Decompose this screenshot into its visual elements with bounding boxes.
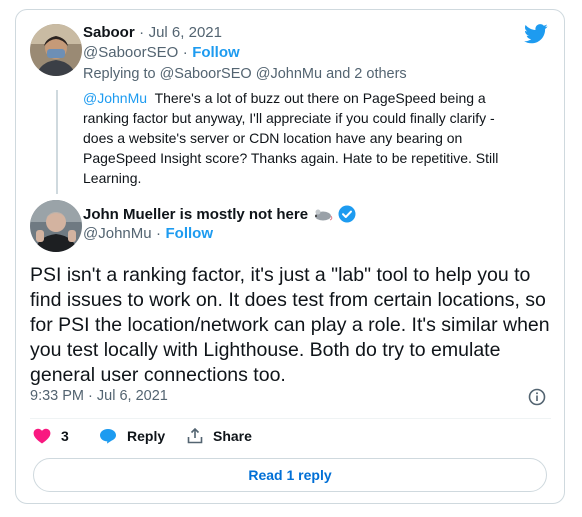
info-icon[interactable]	[528, 388, 546, 406]
mouse-emoji-icon	[313, 207, 333, 221]
replying-to-handle[interactable]: @SaboorSEO	[160, 66, 252, 82]
actions-divider	[30, 418, 551, 419]
tweet-embed-card: Saboor · Jul 6, 2021 @SaboorSEO · Follow…	[15, 9, 565, 504]
speech-bubble-icon[interactable]	[99, 428, 117, 444]
john-mueller-avatar[interactable]	[30, 200, 82, 252]
replying-to-others[interactable]: and 2 others	[326, 66, 407, 82]
like-count: 3	[61, 428, 69, 444]
reply-follow-button[interactable]: Follow	[192, 44, 240, 61]
heart-icon[interactable]	[33, 428, 51, 444]
thread-connector-line	[56, 90, 58, 194]
main-tweet-text: PSI isn't a ranking factor, it's just a …	[30, 264, 550, 386]
reply-label[interactable]: Reply	[127, 428, 165, 444]
reply-action[interactable]: Reply	[99, 428, 165, 444]
saboor-avatar[interactable]	[30, 24, 82, 76]
verified-badge-icon	[338, 205, 356, 223]
main-tweet-timestamp[interactable]: 9:33 PM · Jul 6, 2021	[30, 388, 168, 404]
reply-date-sep: ·	[139, 24, 145, 41]
share-icon[interactable]	[187, 428, 203, 444]
reply-handle-sep: ·	[182, 44, 188, 61]
reply-mention[interactable]: @JohnMu	[83, 90, 147, 106]
reply-tweet-text: @JohnMu There's a lot of buzz out there …	[83, 88, 523, 188]
replying-to-prefix: Replying to	[83, 66, 156, 82]
main-author-line: John Mueller is mostly not here	[83, 205, 356, 223]
reply-author-name[interactable]: Saboor	[83, 24, 135, 41]
reply-handle-line: @SaboorSEO · Follow	[83, 44, 240, 62]
twitter-bird-icon[interactable]	[524, 24, 548, 44]
replying-to-line: Replying to @SaboorSEO @JohnMu and 2 oth…	[83, 66, 407, 82]
reply-handle[interactable]: @SaboorSEO	[83, 44, 178, 61]
main-handle-line: @JohnMu · Follow	[83, 225, 213, 243]
main-handle[interactable]: @JohnMu	[83, 225, 152, 242]
like-action[interactable]: 3	[33, 428, 69, 444]
share-label[interactable]: Share	[213, 428, 252, 444]
reply-author-line: Saboor · Jul 6, 2021	[83, 24, 222, 42]
read-replies-label: Read 1 reply	[248, 467, 332, 483]
reply-text-rest: ranking factor but anyway, I'll apprecia…	[83, 110, 499, 186]
replying-to-handle-2[interactable]: @JohnMu	[256, 66, 322, 82]
read-replies-button[interactable]: Read 1 reply	[33, 458, 547, 492]
main-handle-sep: ·	[156, 225, 162, 242]
share-action[interactable]: Share	[187, 428, 252, 444]
main-author-name[interactable]: John Mueller is mostly not here	[83, 206, 308, 223]
main-follow-button[interactable]: Follow	[166, 225, 214, 242]
reply-date[interactable]: Jul 6, 2021	[149, 24, 222, 41]
reply-text-line1: There's a lot of buzz out there on PageS…	[154, 90, 486, 106]
